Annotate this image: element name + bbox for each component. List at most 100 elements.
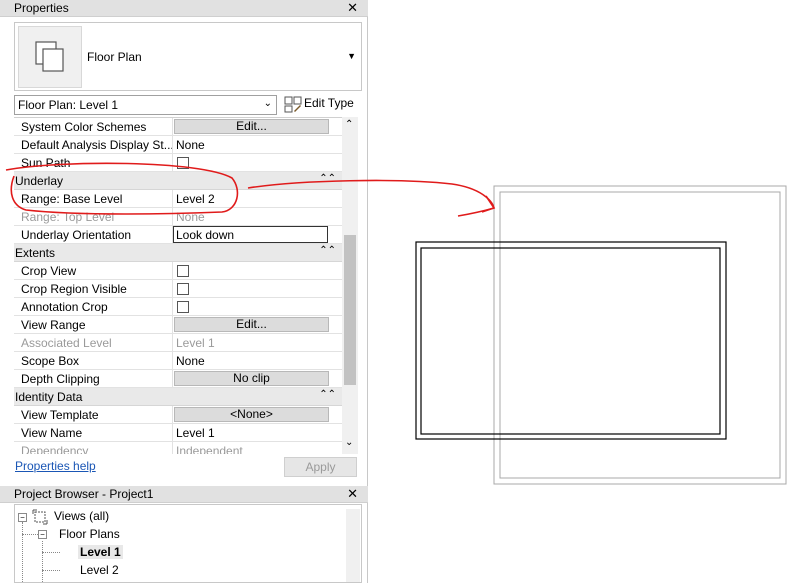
property-value: Independent <box>176 444 243 454</box>
property-name: Sun Path <box>21 156 71 170</box>
property-value-field: None <box>172 208 342 225</box>
tree-item-floor-plans[interactable]: Floor Plans <box>59 527 120 541</box>
property-row: Range: Base Level Level 2 <box>14 190 342 208</box>
system-color-schemes-edit-button[interactable]: Edit... <box>174 119 329 134</box>
property-value: None <box>176 138 205 152</box>
properties-grid: System Color Schemes Edit... Default Ana… <box>14 117 342 454</box>
property-name: Dependency <box>21 444 89 454</box>
property-name: Depth Clipping <box>21 372 100 386</box>
close-icon[interactable]: ✕ <box>347 486 358 502</box>
views-icon <box>32 509 48 525</box>
collapse-icon[interactable]: ⌃⌃ <box>319 245 336 256</box>
property-value: Level 2 <box>176 192 215 206</box>
property-value-field: Level 1 <box>172 334 342 351</box>
property-name: Default Analysis Display St... <box>21 138 174 152</box>
property-name: Associated Level <box>21 336 112 350</box>
instance-selector[interactable]: Floor Plan: Level 1 ⌄ <box>14 95 277 115</box>
property-value: None <box>176 354 205 368</box>
scrollbar-thumb[interactable] <box>344 235 356 385</box>
crop-region-visible-checkbox[interactable] <box>177 283 189 295</box>
tree-item-views-all[interactable]: Views (all) <box>54 509 109 523</box>
sun-path-checkbox[interactable] <box>177 157 189 169</box>
plan-walls <box>415 241 727 440</box>
property-row: Annotation Crop <box>14 298 342 316</box>
project-browser-scrollbar[interactable] <box>346 509 360 582</box>
crop-view-checkbox[interactable] <box>177 265 189 277</box>
scope-box-field[interactable]: None <box>172 352 342 369</box>
edit-type-label: Edit Type <box>304 96 354 110</box>
project-browser-title: Project Browser - Project1 <box>14 487 154 501</box>
property-value: None <box>176 210 205 224</box>
property-row: Depth Clipping No clip <box>14 370 342 388</box>
chevron-up-icon[interactable]: ⌃ <box>345 119 353 130</box>
annotation-crop-checkbox[interactable] <box>177 301 189 313</box>
type-selector[interactable]: Floor Plan ▼ <box>14 22 362 91</box>
collapse-expander[interactable]: − <box>38 530 47 539</box>
chevron-down-icon[interactable]: ⌄ <box>345 437 353 448</box>
property-row: Sun Path <box>14 154 342 172</box>
property-row: Underlay Orientation Look down <box>14 226 342 244</box>
type-name: Floor Plan <box>87 50 142 64</box>
property-value: Look down <box>176 228 235 242</box>
property-name: Range: Base Level <box>21 192 123 206</box>
tree-item-level-1[interactable]: Level 1 <box>78 545 123 559</box>
left-dock: Properties ✕ Floor Plan ▼ Floor Plan: Le… <box>0 0 368 583</box>
view-name-field[interactable]: Level 1 <box>172 424 342 441</box>
property-row: Crop Region Visible <box>14 280 342 298</box>
chevron-down-icon[interactable]: ▼ <box>347 51 356 61</box>
property-name: Crop Region Visible <box>21 282 127 296</box>
tree-item-level-2[interactable]: Level 2 <box>80 563 119 577</box>
edit-type-icon <box>284 96 302 113</box>
properties-scrollbar[interactable]: ⌃ ⌄ <box>342 117 358 454</box>
property-value-field[interactable]: None <box>172 136 342 153</box>
property-name: Crop View <box>21 264 77 278</box>
property-row: Associated Level Level 1 <box>14 334 342 352</box>
property-row: View Range Edit... <box>14 316 342 334</box>
property-row: Dependency Independent <box>14 442 342 454</box>
property-row: Default Analysis Display St... None <box>14 136 342 154</box>
range-base-level-field[interactable]: Level 2 <box>172 190 342 207</box>
view-range-edit-button[interactable]: Edit... <box>174 317 329 332</box>
property-value-field: Independent <box>172 442 342 454</box>
collapse-expander[interactable]: − <box>18 513 27 522</box>
underlay-orientation-field[interactable]: Look down <box>173 226 328 243</box>
group-underlay[interactable]: Underlay ⌃⌃ <box>14 172 342 190</box>
group-label: Extents <box>15 246 56 260</box>
property-row: Range: Top Level None <box>14 208 342 226</box>
property-name: Underlay Orientation <box>21 228 132 242</box>
property-name: Range: Top Level <box>21 210 115 224</box>
property-row: View Name Level 1 <box>14 424 342 442</box>
properties-title: Properties <box>14 1 69 15</box>
group-label: Identity Data <box>15 390 83 404</box>
property-value: Level 1 <box>176 426 215 440</box>
depth-clipping-button[interactable]: No clip <box>174 371 329 386</box>
close-icon[interactable]: ✕ <box>347 0 358 16</box>
group-label: Underlay <box>15 174 64 188</box>
edit-type-button[interactable]: Edit Type <box>282 95 362 115</box>
property-row: Scope Box None <box>14 352 342 370</box>
project-browser-titlebar: Project Browser - Project1 ✕ <box>0 486 368 503</box>
instance-selector-value: Floor Plan: Level 1 <box>18 98 119 112</box>
property-name: View Template <box>21 408 99 422</box>
property-name: Scope Box <box>21 354 80 368</box>
group-identity-data[interactable]: Identity Data ⌃⌃ <box>14 388 342 406</box>
apply-button[interactable]: Apply <box>284 457 357 477</box>
property-value: Level 1 <box>176 336 215 350</box>
drawing-canvas[interactable] <box>369 0 794 583</box>
floor-plan-icon <box>18 26 82 88</box>
property-name: View Range <box>21 318 86 332</box>
properties-titlebar: Properties ✕ <box>0 0 368 17</box>
property-row: Crop View <box>14 262 342 280</box>
project-browser-tree: − Views (all) − Floor Plans Level 1 Leve… <box>14 504 362 583</box>
group-extents[interactable]: Extents ⌃⌃ <box>14 244 342 262</box>
collapse-icon[interactable]: ⌃⌃ <box>319 389 336 400</box>
property-name: View Name <box>21 426 83 440</box>
property-row: View Template <None> <box>14 406 342 424</box>
property-name: Annotation Crop <box>21 300 108 314</box>
view-template-button[interactable]: <None> <box>174 407 329 422</box>
collapse-icon[interactable]: ⌃⌃ <box>319 173 336 184</box>
property-name: System Color Schemes <box>21 120 147 134</box>
properties-help-link[interactable]: Properties help <box>15 459 96 473</box>
property-row: System Color Schemes Edit... <box>14 118 342 136</box>
chevron-down-icon[interactable]: ⌄ <box>264 98 272 109</box>
